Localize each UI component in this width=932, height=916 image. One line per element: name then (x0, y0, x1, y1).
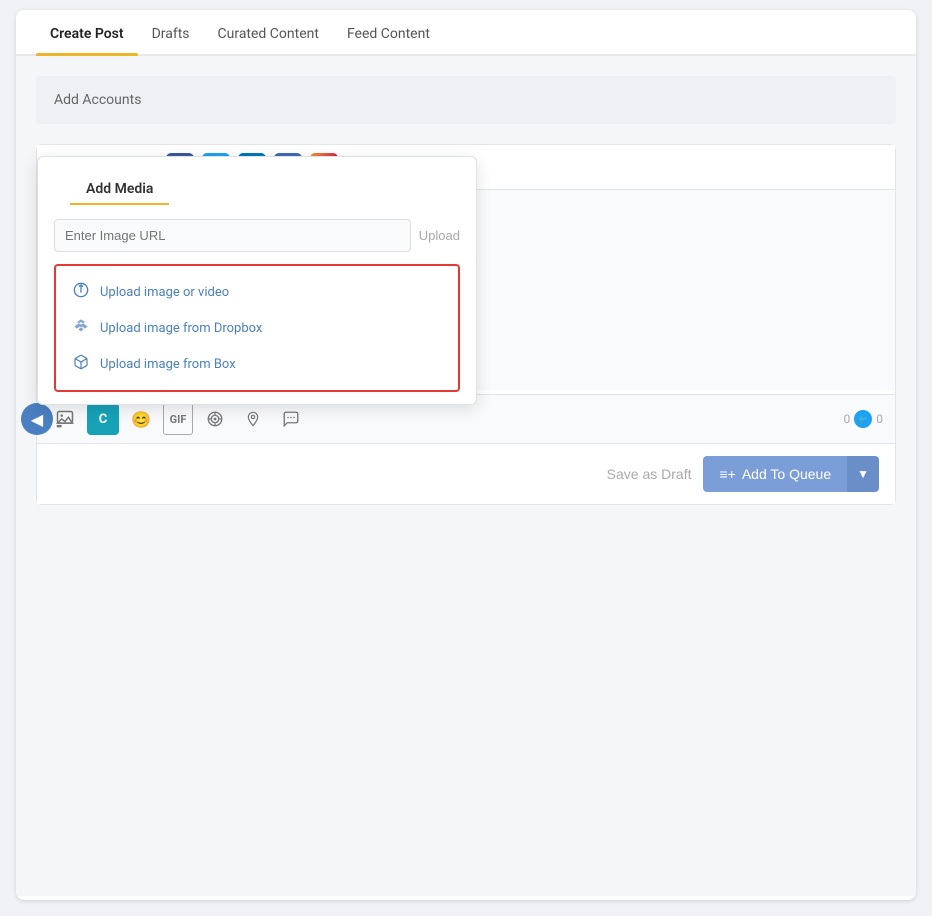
tab-curated-content[interactable]: Curated Content (204, 10, 333, 54)
left-circle-button[interactable]: ◀ (21, 403, 53, 435)
upload-dropbox-option[interactable]: Upload image from Dropbox (68, 310, 446, 346)
tw-count-value: 0 (876, 412, 883, 426)
emoji-toolbar-icon[interactable]: 😊 (125, 403, 157, 435)
box-icon (72, 354, 90, 374)
add-queue-label: Add To Queue (742, 466, 831, 482)
char-count-value: 0 (844, 412, 851, 426)
add-to-queue-button[interactable]: ≡+ Add To Queue (703, 456, 847, 492)
upload-box-option[interactable]: Upload image from Box (68, 346, 446, 382)
add-queue-dropdown-button[interactable]: ▼ (847, 456, 879, 492)
inline-upload-button[interactable]: Upload (419, 228, 460, 243)
add-media-popup: Add Media Upload (37, 156, 477, 405)
message-toolbar-icon[interactable] (275, 403, 307, 435)
char-count: 0 🐦 0 (844, 410, 884, 428)
target-toolbar-icon[interactable] (199, 403, 231, 435)
c-toolbar-icon[interactable]: C (87, 403, 119, 435)
main-container: Create Post Drafts Curated Content Feed … (16, 10, 916, 900)
editor-panel: Original Draft f 🐦 in f 📷 ◀ (36, 144, 896, 505)
twitter-count-badge: 🐦 (854, 410, 872, 428)
gif-toolbar-icon[interactable]: GIF (163, 403, 193, 435)
url-row: Upload (54, 219, 460, 252)
upload-options-list: Upload image or video Upload image from … (54, 264, 460, 392)
tab-create-post[interactable]: Create Post (36, 10, 138, 54)
save-draft-button[interactable]: Save as Draft (607, 466, 692, 482)
media-toolbar-icon[interactable] (49, 403, 81, 435)
content-area: Add Accounts Original Draft f 🐦 in f 📷 (16, 56, 916, 896)
add-accounts-label: Add Accounts (54, 92, 141, 108)
upload-video-icon (72, 282, 90, 302)
upload-dropbox-label: Upload image from Dropbox (100, 321, 262, 336)
editor-toolbar: ◀ C 😊 GIF (37, 394, 895, 443)
upload-video-label: Upload image or video (100, 285, 229, 300)
tab-drafts[interactable]: Drafts (138, 10, 204, 54)
image-url-input[interactable] (54, 219, 411, 252)
action-row: Save as Draft ≡+ Add To Queue ▼ (37, 443, 895, 504)
add-accounts-bar[interactable]: Add Accounts (36, 76, 896, 124)
upload-box-label: Upload image from Box (100, 357, 236, 372)
upload-image-video-option[interactable]: Upload image or video (68, 274, 446, 310)
location-toolbar-icon[interactable] (237, 403, 269, 435)
add-to-queue-group: ≡+ Add To Queue ▼ (703, 456, 879, 492)
add-queue-icon: ≡+ (719, 466, 735, 482)
add-media-title: Add Media (70, 169, 169, 205)
nav-tabs: Create Post Drafts Curated Content Feed … (16, 10, 916, 56)
dropbox-icon (72, 318, 90, 338)
tab-feed-content[interactable]: Feed Content (333, 10, 444, 54)
